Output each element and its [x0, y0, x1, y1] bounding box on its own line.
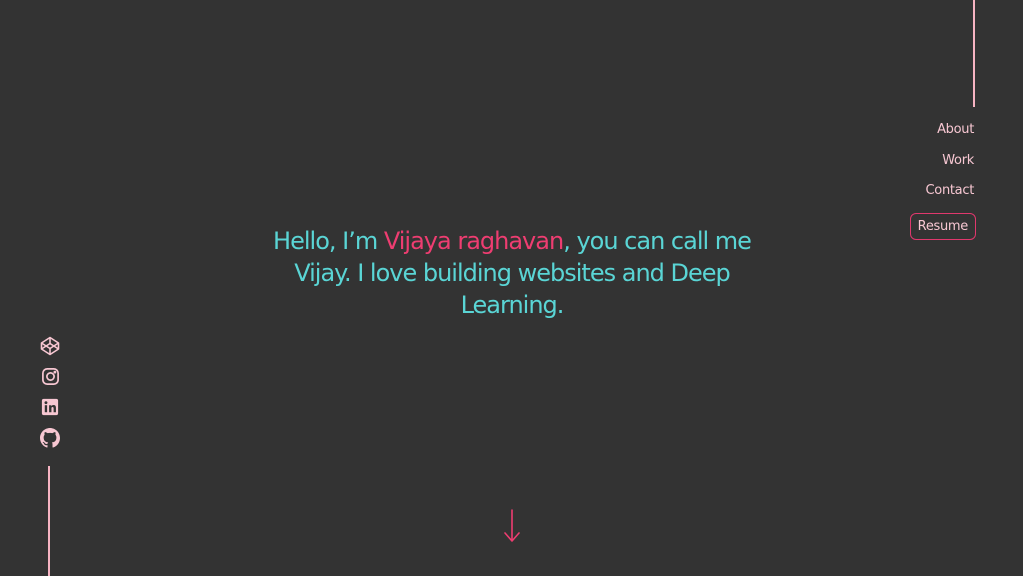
github-link[interactable]	[40, 427, 60, 448]
hero-greeting: Hello, I’m	[273, 227, 384, 255]
linkedin-link[interactable]	[40, 397, 60, 417]
nav-link-work[interactable]: Work	[942, 152, 974, 169]
resume-button[interactable]: Resume	[909, 212, 976, 240]
side-decorative-line	[48, 466, 50, 576]
top-decorative-line	[973, 0, 975, 107]
github-icon	[40, 427, 60, 448]
hero-name: Vijaya raghavan	[383, 227, 564, 255]
arrow-down-icon	[504, 509, 520, 542]
main-nav: About Work Contact Resume	[909, 121, 976, 240]
scroll-down-arrow[interactable]	[500, 504, 524, 548]
page: About Work Contact Resume Hello, I’m Vij…	[0, 0, 1023, 576]
nav-link-contact[interactable]: Contact	[926, 182, 975, 199]
social-links	[40, 336, 60, 458]
codepen-icon	[40, 336, 60, 356]
nav-link-about[interactable]: About	[937, 121, 974, 138]
linkedin-icon	[41, 398, 59, 416]
instagram-link[interactable]	[40, 367, 60, 387]
hero-intro: Hello, I’m Vijaya raghavan, you can call…	[262, 225, 762, 321]
codepen-link[interactable]	[40, 336, 60, 356]
instagram-icon	[41, 368, 59, 385]
